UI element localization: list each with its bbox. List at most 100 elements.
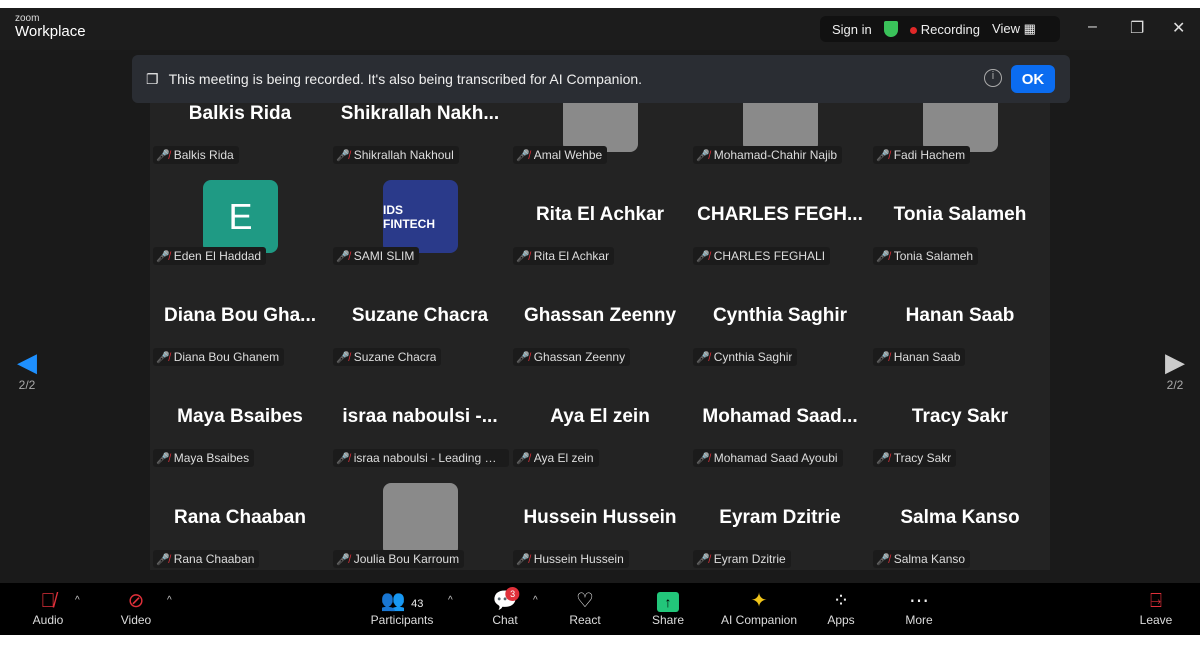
mic-muted-icon: 🎤̸	[876, 452, 890, 465]
minimize-icon[interactable]: –	[1088, 18, 1097, 36]
participant-tile[interactable]: E 🎤̸ Eden El Haddad	[150, 166, 330, 267]
participant-display-name: israa naboulsi -...	[342, 406, 498, 427]
participant-tile[interactable]: israa naboulsi -... 🎤̸ israa naboulsi - Le…	[330, 368, 510, 469]
participant-tile[interactable]: 🎤̸ Joulia Bou Karroum	[330, 469, 510, 570]
participant-display-name: Diana Bou Gha...	[163, 305, 317, 326]
participant-photo	[383, 483, 458, 556]
name-label: 🎤̸ Joulia Bou Karroum	[333, 550, 465, 568]
more-icon: ⋯	[909, 590, 929, 612]
name-label: 🎤̸ Fadi Hachem	[873, 146, 971, 164]
participant-name: CHARLES FEGHALI	[713, 249, 826, 263]
info-icon[interactable]: i	[984, 69, 1002, 87]
more-button[interactable]: ⋯ More	[905, 589, 932, 627]
participant-tile[interactable]: Hussein Hussein 🎤̸ Hussein Hussein	[510, 469, 690, 570]
ai-companion-button[interactable]: ✦ AI Companion	[721, 589, 797, 627]
participant-tile[interactable]: IDS FINTECH 🎤̸ SAMI SLIM	[330, 166, 510, 267]
arrow-left-icon: ◀	[17, 347, 37, 377]
participant-tile[interactable]: Rana Chaaban 🎤̸ Rana Chaaban	[150, 469, 330, 570]
participant-tile[interactable]: Cynthia Saghir 🎤̸ Cynthia Saghir	[690, 267, 870, 368]
participant-tile[interactable]: Eyram Dzitrie 🎤̸ Eyram Dzitrie	[690, 469, 870, 570]
name-label: 🎤̸ Tonia Salameh	[873, 247, 979, 265]
video-options-caret[interactable]: ^	[167, 595, 172, 606]
copy-icon: ❐	[146, 70, 159, 87]
video-button[interactable]: ⊘ Video	[121, 589, 151, 627]
participant-name: Aya El zein	[533, 451, 594, 465]
name-label: 🎤̸ Shikrallah Nakhoul	[333, 146, 459, 164]
participant-display-name: Rana Chaaban	[174, 507, 306, 528]
mic-muted-icon: 🎤̸	[876, 149, 890, 162]
participant-name: Balkis Rida	[173, 148, 234, 162]
mic-muted-icon: 🎤̸	[696, 351, 710, 364]
participant-tile[interactable]: Salma Kanso 🎤̸ Salma Kanso	[870, 469, 1050, 570]
more-label: More	[905, 613, 933, 627]
chat-button[interactable]: 💬 3 Chat	[492, 587, 520, 627]
name-label: 🎤̸ Mohamad-Chahir Najib	[693, 146, 843, 164]
participant-tile[interactable]: Hanan Saab 🎤̸ Hanan Saab	[870, 267, 1050, 368]
zoom-logo: zoom Workplace	[15, 14, 86, 40]
prev-page-button[interactable]: ◀ 2/2	[12, 347, 42, 392]
name-label: 🎤̸ Mohamad Saad Ayoubi	[693, 449, 843, 467]
participants-button[interactable]: 👥 43 Participants	[371, 589, 434, 627]
sign-in-button[interactable]: Sign in	[832, 22, 872, 37]
apps-icon: ⁘	[832, 590, 850, 612]
mic-muted-icon: 🎤̸	[156, 553, 170, 566]
participant-tile[interactable]: Rita El Achkar 🎤̸ Rita El Achkar	[510, 166, 690, 267]
ok-button[interactable]: OK	[1011, 65, 1055, 93]
participant-tile[interactable]: Ghassan Zeenny 🎤̸ Ghassan Zeenny	[510, 267, 690, 368]
participant-display-name: Aya El zein	[550, 406, 650, 427]
heart-icon: ♡	[576, 590, 594, 612]
name-label: 🎤̸ Balkis Rida	[153, 146, 239, 164]
participant-display-name: Hussein Hussein	[523, 507, 677, 528]
notice-text: This meeting is being recorded. It's als…	[168, 71, 643, 87]
avatar: E	[203, 180, 278, 253]
audio-options-caret[interactable]: ^	[75, 595, 80, 606]
participant-name: Hanan Saab	[893, 350, 961, 364]
name-label: 🎤̸ Rana Chaaban	[153, 550, 260, 568]
leave-button[interactable]: ⍈ Leave	[1140, 589, 1173, 627]
audio-button[interactable]: 🎙̸ Audio	[33, 589, 64, 627]
participants-label: Participants	[370, 613, 434, 627]
participant-tile[interactable]: Maya Bsaibes 🎤̸ Maya Bsaibes	[150, 368, 330, 469]
participant-tile[interactable]: Tonia Salameh 🎤̸ Tonia Salameh	[870, 166, 1050, 267]
participant-tile[interactable]: Suzane Chacra 🎤̸ Suzane Chacra	[330, 267, 510, 368]
share-button[interactable]: ↑ Share	[652, 589, 684, 627]
video-off-icon: ⊘	[127, 590, 145, 612]
mic-muted-icon: 🎤̸	[696, 149, 710, 162]
participant-name: Rita El Achkar	[533, 249, 610, 263]
recording-indicator[interactable]: Recording	[909, 22, 980, 37]
view-button[interactable]: View ▦	[992, 21, 1036, 37]
chat-options-caret[interactable]: ^	[533, 595, 538, 606]
logo-main: Workplace	[15, 23, 86, 40]
apps-label: Apps	[827, 613, 855, 627]
name-label: 🎤̸ Hanan Saab	[873, 348, 966, 366]
participant-name: Eden El Haddad	[173, 249, 262, 263]
participants-options-caret[interactable]: ^	[448, 595, 453, 606]
mic-muted-icon: 🎤̸	[516, 452, 530, 465]
participant-tile[interactable]: CHARLES FEGH... 🎤̸ CHARLES FEGHALI	[690, 166, 870, 267]
shield-icon	[883, 21, 898, 37]
react-label: React	[569, 613, 601, 627]
apps-button[interactable]: ⁘ Apps	[827, 589, 854, 627]
participant-tile[interactable]: Aya El zein 🎤̸ Aya El zein	[510, 368, 690, 469]
next-page-button[interactable]: ▶ 2/2	[1160, 347, 1190, 392]
close-icon[interactable]: ✕	[1172, 18, 1185, 38]
name-label: 🎤̸ Salma Kanso	[873, 550, 971, 568]
participant-display-name: Tonia Salameh	[893, 204, 1027, 225]
page-indicator-right: 2/2	[1166, 378, 1184, 392]
participant-name: Cynthia Saghir	[713, 350, 793, 364]
participant-tile[interactable]: Mohamad Saad... 🎤̸ Mohamad Saad Ayoubi	[690, 368, 870, 469]
participant-display-name: Cynthia Saghir	[712, 305, 848, 326]
mic-muted-icon: 🎙̸	[40, 590, 56, 612]
mic-muted-icon: 🎤̸	[336, 553, 350, 566]
participant-display-name: Shikrallah Nakh...	[340, 103, 500, 124]
participant-tile[interactable]: Tracy Sakr 🎤̸ Tracy Sakr	[870, 368, 1050, 469]
mic-muted-icon: 🎤̸	[516, 250, 530, 263]
react-button[interactable]: ♡ React	[569, 589, 600, 627]
leave-label: Leave	[1139, 613, 1173, 627]
title-bar: zoom Workplace Sign in Recording View ▦ …	[0, 8, 1200, 50]
restore-icon[interactable]: ❐	[1130, 18, 1144, 38]
participant-name: Maya Bsaibes	[173, 451, 250, 465]
leave-icon: ⍈	[1149, 590, 1162, 612]
participant-name: Fadi Hachem	[893, 148, 966, 162]
participant-tile[interactable]: Diana Bou Gha... 🎤̸ Diana Bou Ghanem	[150, 267, 330, 368]
